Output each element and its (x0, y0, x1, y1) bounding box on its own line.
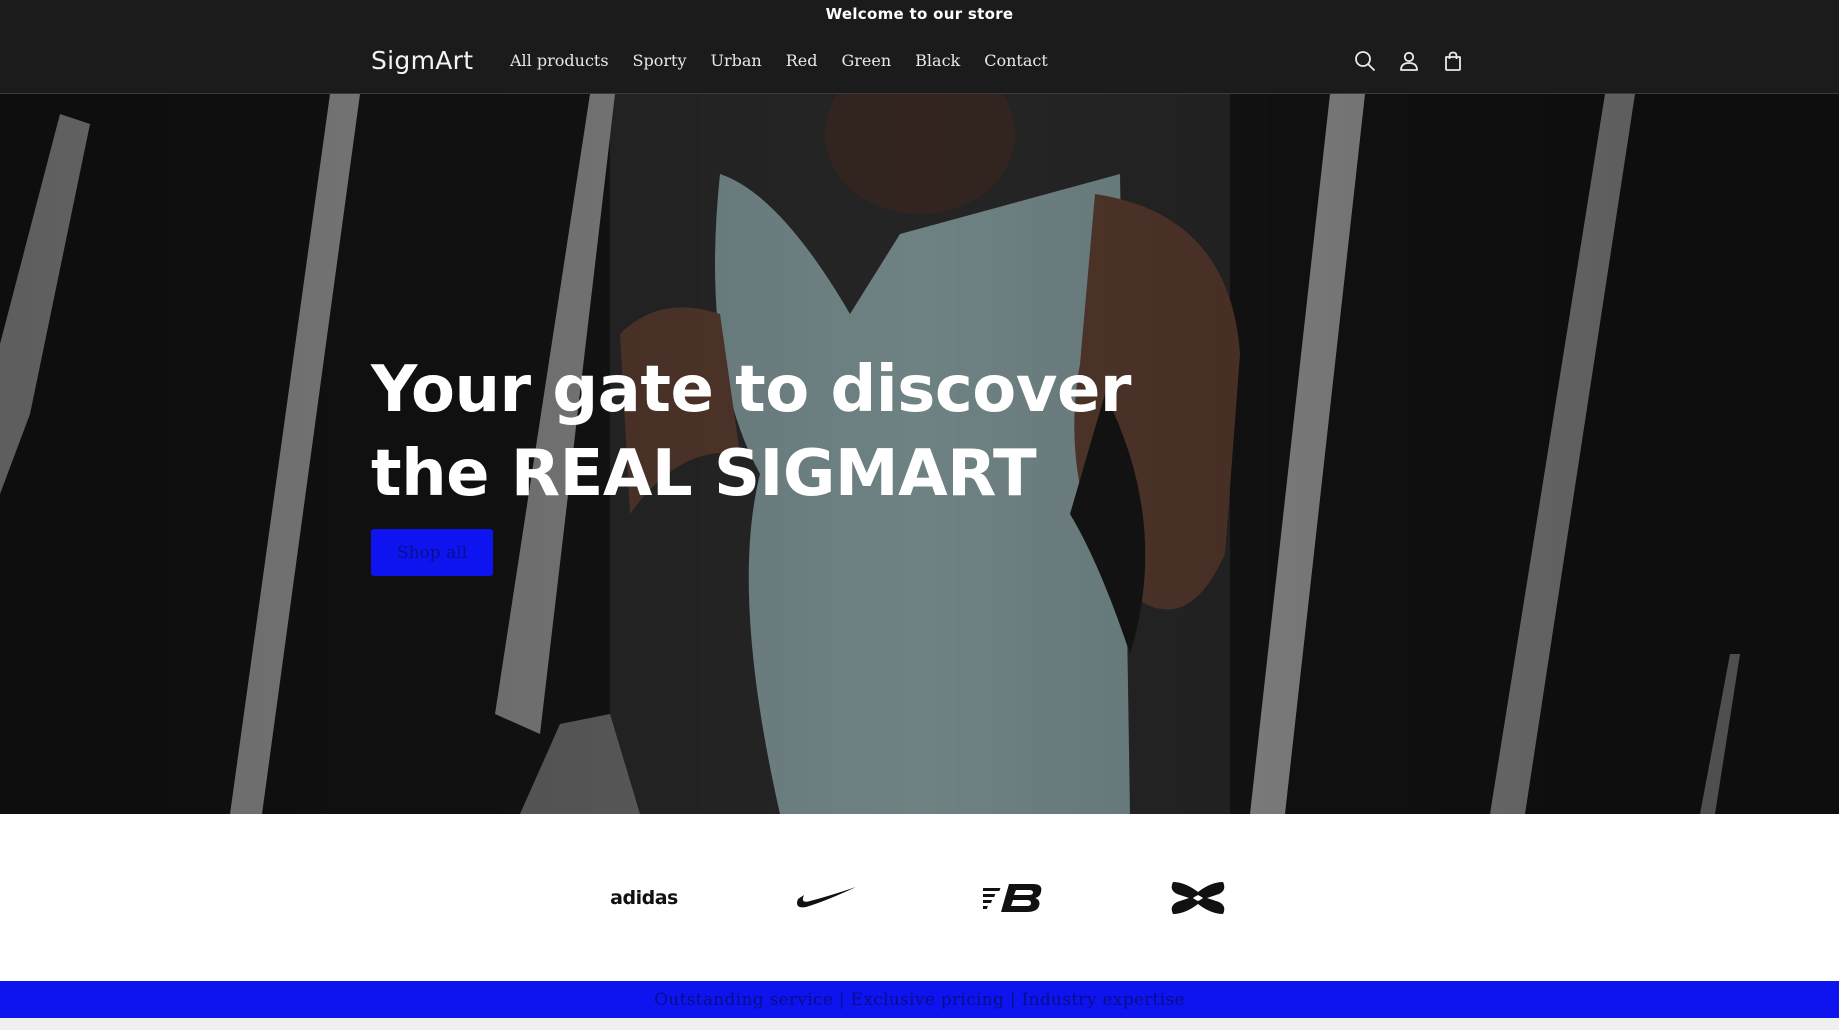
announcement-text: Welcome to our store (825, 4, 1014, 23)
under-armour-logo[interactable] (1166, 876, 1230, 920)
nav-green[interactable]: Green (829, 51, 903, 70)
hero-banner: Your gate to discover the REAL SIGMART S… (0, 94, 1839, 814)
brand-logos: adidas (0, 814, 1839, 981)
cart-icon[interactable] (1437, 45, 1469, 77)
site-header: SigmArt All products Sporty Urban Red Gr… (0, 27, 1839, 94)
adidas-logo[interactable]: adidas (604, 876, 684, 920)
store-logo[interactable]: SigmArt (371, 27, 473, 94)
usp-text: Outstanding service | Exclusive pricing … (654, 989, 1185, 1010)
search-icon[interactable] (1349, 45, 1381, 77)
adidas-wordmark: adidas (610, 887, 678, 909)
nav-all-products[interactable]: All products (498, 51, 621, 70)
page-bottom-strip (0, 1018, 1839, 1030)
header-icons (1349, 27, 1469, 94)
hero-title: Your gate to discover the REAL SIGMART (371, 353, 1131, 511)
shop-all-button[interactable]: Shop all (371, 529, 493, 576)
announcement-bar: Welcome to our store (0, 0, 1839, 27)
nav-black[interactable]: Black (903, 51, 972, 70)
usp-bar: Outstanding service | Exclusive pricing … (0, 981, 1839, 1018)
nav-sporty[interactable]: Sporty (621, 51, 699, 70)
nike-swoosh-logo[interactable] (795, 876, 859, 920)
nav-red[interactable]: Red (774, 51, 830, 70)
nav-urban[interactable]: Urban (699, 51, 774, 70)
nav-contact[interactable]: Contact (972, 51, 1060, 70)
account-icon[interactable] (1393, 45, 1425, 77)
new-balance-logo[interactable] (982, 876, 1046, 920)
main-nav: All products Sporty Urban Red Green Blac… (498, 27, 1060, 94)
